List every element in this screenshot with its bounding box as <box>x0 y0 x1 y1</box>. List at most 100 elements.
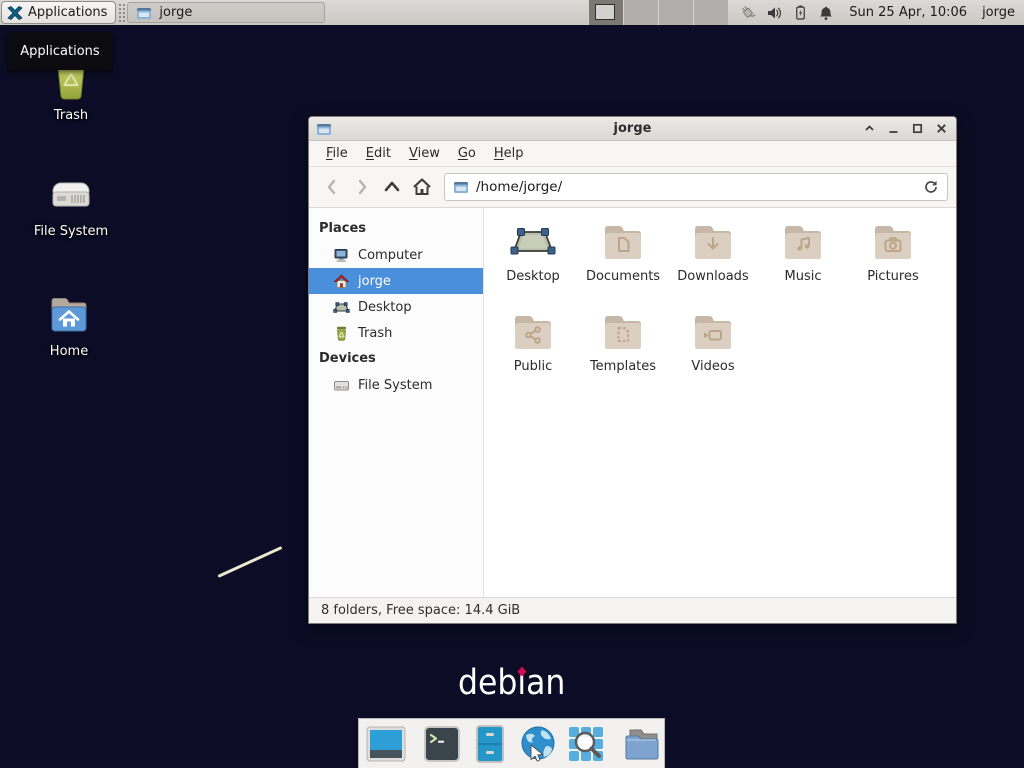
desktop-folder-icon <box>509 218 557 266</box>
home-folder-icon <box>46 292 92 338</box>
desktop-icon-label: Home <box>50 344 88 359</box>
menu-go[interactable]: Go <box>449 143 485 165</box>
file-item-label: Pictures <box>867 269 918 284</box>
desktop-icon-label: File System <box>34 224 108 239</box>
folder-music-icon <box>779 218 827 266</box>
desktop-icon <box>333 299 350 316</box>
applications-menu-button[interactable]: Applications <box>1 1 116 24</box>
sidebar-item-label: jorge <box>358 274 391 289</box>
workspace-1[interactable] <box>588 0 623 25</box>
shade-icon[interactable] <box>862 121 877 136</box>
sidebar-item-label: Trash <box>358 326 392 341</box>
desktop-icon-label: Trash <box>54 108 88 123</box>
desktop-icon-home[interactable]: Home <box>22 292 116 359</box>
sidebar-item-label: Computer <box>358 248 423 263</box>
dock <box>358 718 665 768</box>
file-item-label: Music <box>785 269 822 284</box>
sidebar-item-label: Desktop <box>358 300 412 315</box>
app-finder-button[interactable] <box>564 721 608 766</box>
path-bar[interactable]: /home/jorge/ <box>444 173 948 201</box>
file-item-desktop[interactable]: Desktop <box>488 218 578 308</box>
window-title: jorge <box>309 121 956 136</box>
file-item-templates[interactable]: Templates <box>578 308 668 398</box>
workspace-4[interactable] <box>693 0 728 25</box>
system-tray <box>738 4 834 21</box>
sidebar-item-file-system[interactable]: File System <box>309 372 483 398</box>
home-icon <box>411 176 433 198</box>
titlebar[interactable]: jorge <box>309 117 956 141</box>
folder-icon <box>136 5 152 21</box>
file-item-label: Downloads <box>677 269 748 284</box>
trash-icon <box>333 325 350 342</box>
show-desktop-button[interactable] <box>364 721 408 766</box>
taskbar-window-label: jorge <box>159 5 192 20</box>
forward-button[interactable] <box>347 172 377 202</box>
top-panel: Applications jorge <box>0 0 1024 25</box>
clock[interactable]: Sun 25 Apr, 10:06 <box>849 5 967 20</box>
folder-launcher-button[interactable] <box>620 721 664 766</box>
file-item-music[interactable]: Music <box>758 218 848 308</box>
workspace-2[interactable] <box>623 0 658 25</box>
back-button[interactable] <box>317 172 347 202</box>
file-item-downloads[interactable]: Downloads <box>668 218 758 308</box>
file-item-label: Videos <box>691 359 734 374</box>
terminal-button[interactable] <box>420 721 464 766</box>
reload-icon[interactable] <box>923 179 939 195</box>
menu-file[interactable]: File <box>317 143 357 165</box>
workspace-switcher <box>588 0 728 25</box>
taskbar-window-button[interactable]: jorge <box>127 2 325 23</box>
debian-wordmark: debian <box>458 662 565 704</box>
close-icon[interactable] <box>934 121 949 136</box>
notifications-bell-icon[interactable] <box>818 5 834 21</box>
panel-handle[interactable] <box>118 3 125 22</box>
menu-view[interactable]: View <box>400 143 449 165</box>
minimize-icon[interactable] <box>886 121 901 136</box>
menu-help[interactable]: Help <box>485 143 533 165</box>
xfce-applications-icon <box>7 5 23 21</box>
folder-downloads-icon <box>689 218 737 266</box>
folder-documents-icon <box>599 218 647 266</box>
file-cabinet-icon <box>468 722 512 766</box>
home-button[interactable] <box>407 172 437 202</box>
hard-drive-icon <box>48 172 94 218</box>
window-folder-icon <box>316 121 332 137</box>
desktop-icon-file-system[interactable]: File System <box>24 172 118 239</box>
up-button[interactable] <box>377 172 407 202</box>
computer-icon <box>333 247 350 264</box>
file-item-public[interactable]: Public <box>488 308 578 398</box>
panel-username: jorge <box>982 5 1015 20</box>
file-item-pictures[interactable]: Pictures <box>848 218 938 308</box>
network-plug-icon[interactable] <box>738 4 756 21</box>
maximize-icon[interactable] <box>910 121 925 136</box>
wordmark-pre: deb <box>458 663 517 703</box>
workspace-window-preview <box>595 4 615 20</box>
wordmark-post: an <box>526 663 565 703</box>
sidebar-item-computer[interactable]: Computer <box>309 242 483 268</box>
folder-pictures-icon <box>869 218 917 266</box>
battery-charging-icon[interactable] <box>793 4 808 21</box>
workspace-3[interactable] <box>658 0 693 25</box>
sidebar-item-trash[interactable]: Trash <box>309 320 483 346</box>
wordmark-i-with-diamond: i <box>517 663 526 703</box>
sidebar-item-jorge[interactable]: jorge <box>309 268 483 294</box>
file-item-label: Desktop <box>506 269 560 284</box>
file-item-label: Documents <box>586 269 660 284</box>
web-browser-button[interactable] <box>516 721 560 766</box>
file-manager-button[interactable] <box>468 721 512 766</box>
path-folder-icon <box>453 179 469 195</box>
window-controls <box>862 121 949 136</box>
file-item-documents[interactable]: Documents <box>578 218 668 308</box>
menu-edit[interactable]: Edit <box>357 143 400 165</box>
file-manager-window: jorge File Edit View Go Help <box>308 116 957 624</box>
sidebar-item-desktop[interactable]: Desktop <box>309 294 483 320</box>
volume-icon[interactable] <box>766 5 783 21</box>
forward-icon <box>352 177 372 197</box>
folder-icon <box>620 722 664 766</box>
file-item-videos[interactable]: Videos <box>668 308 758 398</box>
applications-tooltip: Applications <box>8 32 112 70</box>
sidebar: Places Computer jorge <box>309 208 484 597</box>
path-input[interactable]: /home/jorge/ <box>476 179 916 195</box>
app-finder-icon <box>564 722 608 766</box>
file-item-label: Public <box>514 359 552 374</box>
window-body: Places Computer jorge <box>309 208 956 597</box>
